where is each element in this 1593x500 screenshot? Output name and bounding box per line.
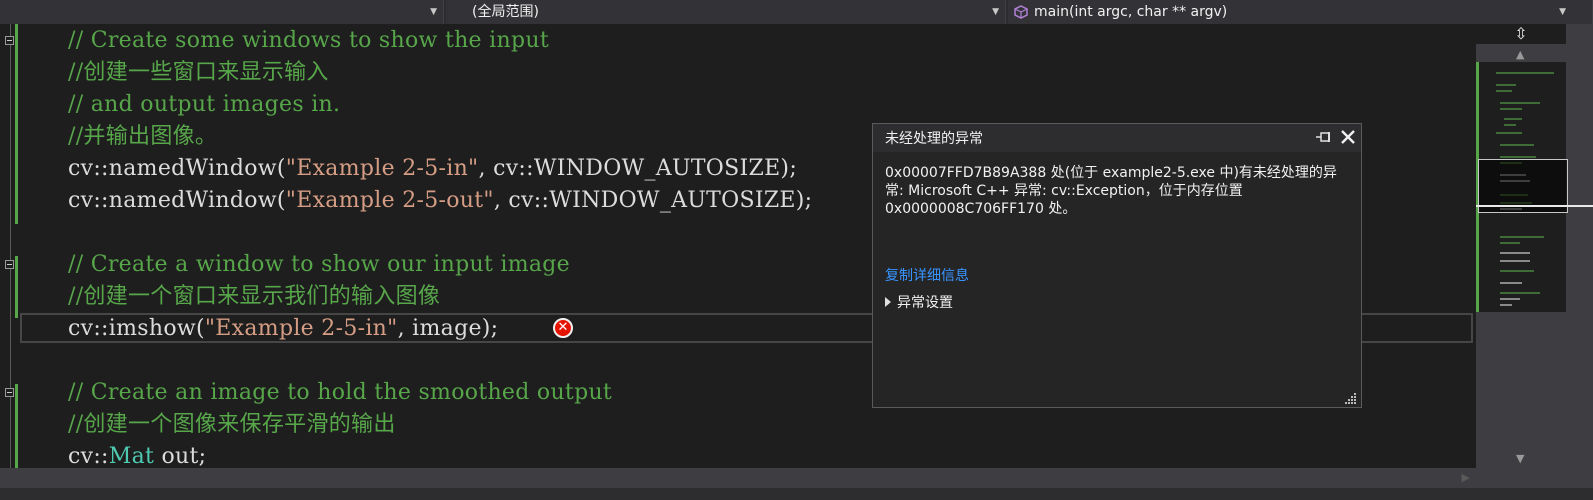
code-line: //创建一些窗口来显示输入	[68, 60, 329, 85]
expand-triangle-icon	[885, 297, 891, 307]
code-token: cv::namedWindow(	[68, 156, 286, 181]
scroll-up-arrow-icon[interactable]: ▲	[1516, 48, 1524, 61]
scroll-down-arrow-icon[interactable]: ▼	[1516, 452, 1524, 465]
exception-popup: 未经处理的异常 0x00007FFD7B89A388 处(位于 example2…	[872, 123, 1362, 408]
pin-icon[interactable]	[1316, 132, 1332, 142]
chevron-down-icon: ▼	[430, 7, 437, 17]
code-line: // Create a window to show our input ima…	[68, 252, 570, 277]
outline-guide	[10, 24, 11, 468]
code-line: cv::imshow("Example 2-5-in", image);	[68, 313, 498, 345]
code-line: cv::Mat out;	[68, 441, 206, 468]
code-line: // Create an image to hold the smoothed …	[68, 380, 613, 405]
code-token: cv::imshow(	[68, 316, 205, 341]
code-line: //创建一个窗口来显示我们的输入图像	[68, 284, 441, 309]
scroll-right-arrow-icon[interactable]: ▶	[1462, 471, 1470, 484]
chevron-down-icon: ▼	[1559, 7, 1566, 17]
collapse-toggle-icon[interactable]	[5, 36, 14, 45]
code-line: //创建一个图像来保存平滑的输出	[68, 412, 396, 437]
string-literal: "Example 2-5-out"	[285, 188, 494, 213]
function-dropdown-label: main(int argc, char ** argv)	[1034, 4, 1228, 20]
navigation-bar: ▼ (全局范围) ▼ main(int argc, char ** argv) …	[0, 0, 1593, 24]
code-token: out;	[154, 444, 207, 468]
message-line: 0x00007FFD7B89A388 处(位于 example2-5.exe 中…	[885, 165, 1337, 181]
horizontal-scrollbar[interactable]: ▶	[0, 468, 1476, 488]
minimap-caret-line	[1476, 205, 1593, 207]
scope-dropdown[interactable]: (全局范围) ▼	[446, 0, 1006, 24]
close-icon[interactable]	[1340, 129, 1356, 145]
resize-grip-icon[interactable]	[1345, 392, 1357, 404]
function-cube-icon	[1014, 5, 1028, 19]
type-name: Mat	[108, 444, 155, 468]
code-line: //并输出图像。	[68, 124, 218, 149]
scope-dropdown-label: (全局范围)	[472, 4, 539, 20]
project-dropdown[interactable]: ▼	[0, 0, 444, 24]
message-line: 0x0000008C706FF170 处。	[885, 201, 1077, 217]
code-token: cv::	[68, 444, 109, 468]
code-line: cv::namedWindow("Example 2-5-in", cv::WI…	[68, 153, 797, 185]
string-literal: "Example 2-5-in"	[204, 316, 398, 341]
change-tracking-bar	[15, 384, 18, 468]
change-tracking-bar	[15, 24, 18, 224]
message-line: 常: Microsoft C++ 异常: cv::Exception，位于内存位…	[885, 183, 1243, 199]
collapse-toggle-icon[interactable]	[5, 260, 14, 269]
exception-message: 0x00007FFD7B89A388 处(位于 example2-5.exe 中…	[885, 164, 1351, 218]
code-line: // and output images in.	[68, 92, 341, 117]
code-token: , cv::WINDOW_AUTOSIZE);	[478, 156, 798, 181]
collapse-toggle-icon[interactable]	[5, 388, 14, 397]
popup-title: 未经处理的异常	[885, 131, 983, 147]
error-x-circle-icon[interactable]: ✕	[553, 318, 573, 338]
exception-settings-label: 异常设置	[897, 295, 953, 311]
code-token: , cv::WINDOW_AUTOSIZE);	[493, 188, 813, 213]
function-dropdown[interactable]: main(int argc, char ** argv) ▼	[1008, 0, 1593, 24]
exception-settings-toggle[interactable]: 异常设置	[885, 292, 953, 312]
chevron-down-icon: ▼	[992, 7, 999, 17]
code-token: cv::namedWindow(	[68, 188, 286, 213]
popup-title-bar[interactable]: 未经处理的异常	[873, 124, 1361, 152]
change-tracking-bar	[15, 256, 18, 318]
code-token: , image);	[397, 316, 499, 341]
status-strip	[0, 488, 1593, 500]
minimap-scrollbar[interactable]: ⇳ ▲ ▼	[1476, 24, 1593, 488]
split-editor-icon[interactable]: ⇳	[1476, 24, 1566, 44]
code-line: // Create some windows to show the input	[68, 28, 549, 53]
string-literal: "Example 2-5-in"	[285, 156, 479, 181]
code-line: cv::namedWindow("Example 2-5-out", cv::W…	[68, 185, 812, 217]
copy-details-link[interactable]: 复制详细信息	[885, 265, 969, 285]
